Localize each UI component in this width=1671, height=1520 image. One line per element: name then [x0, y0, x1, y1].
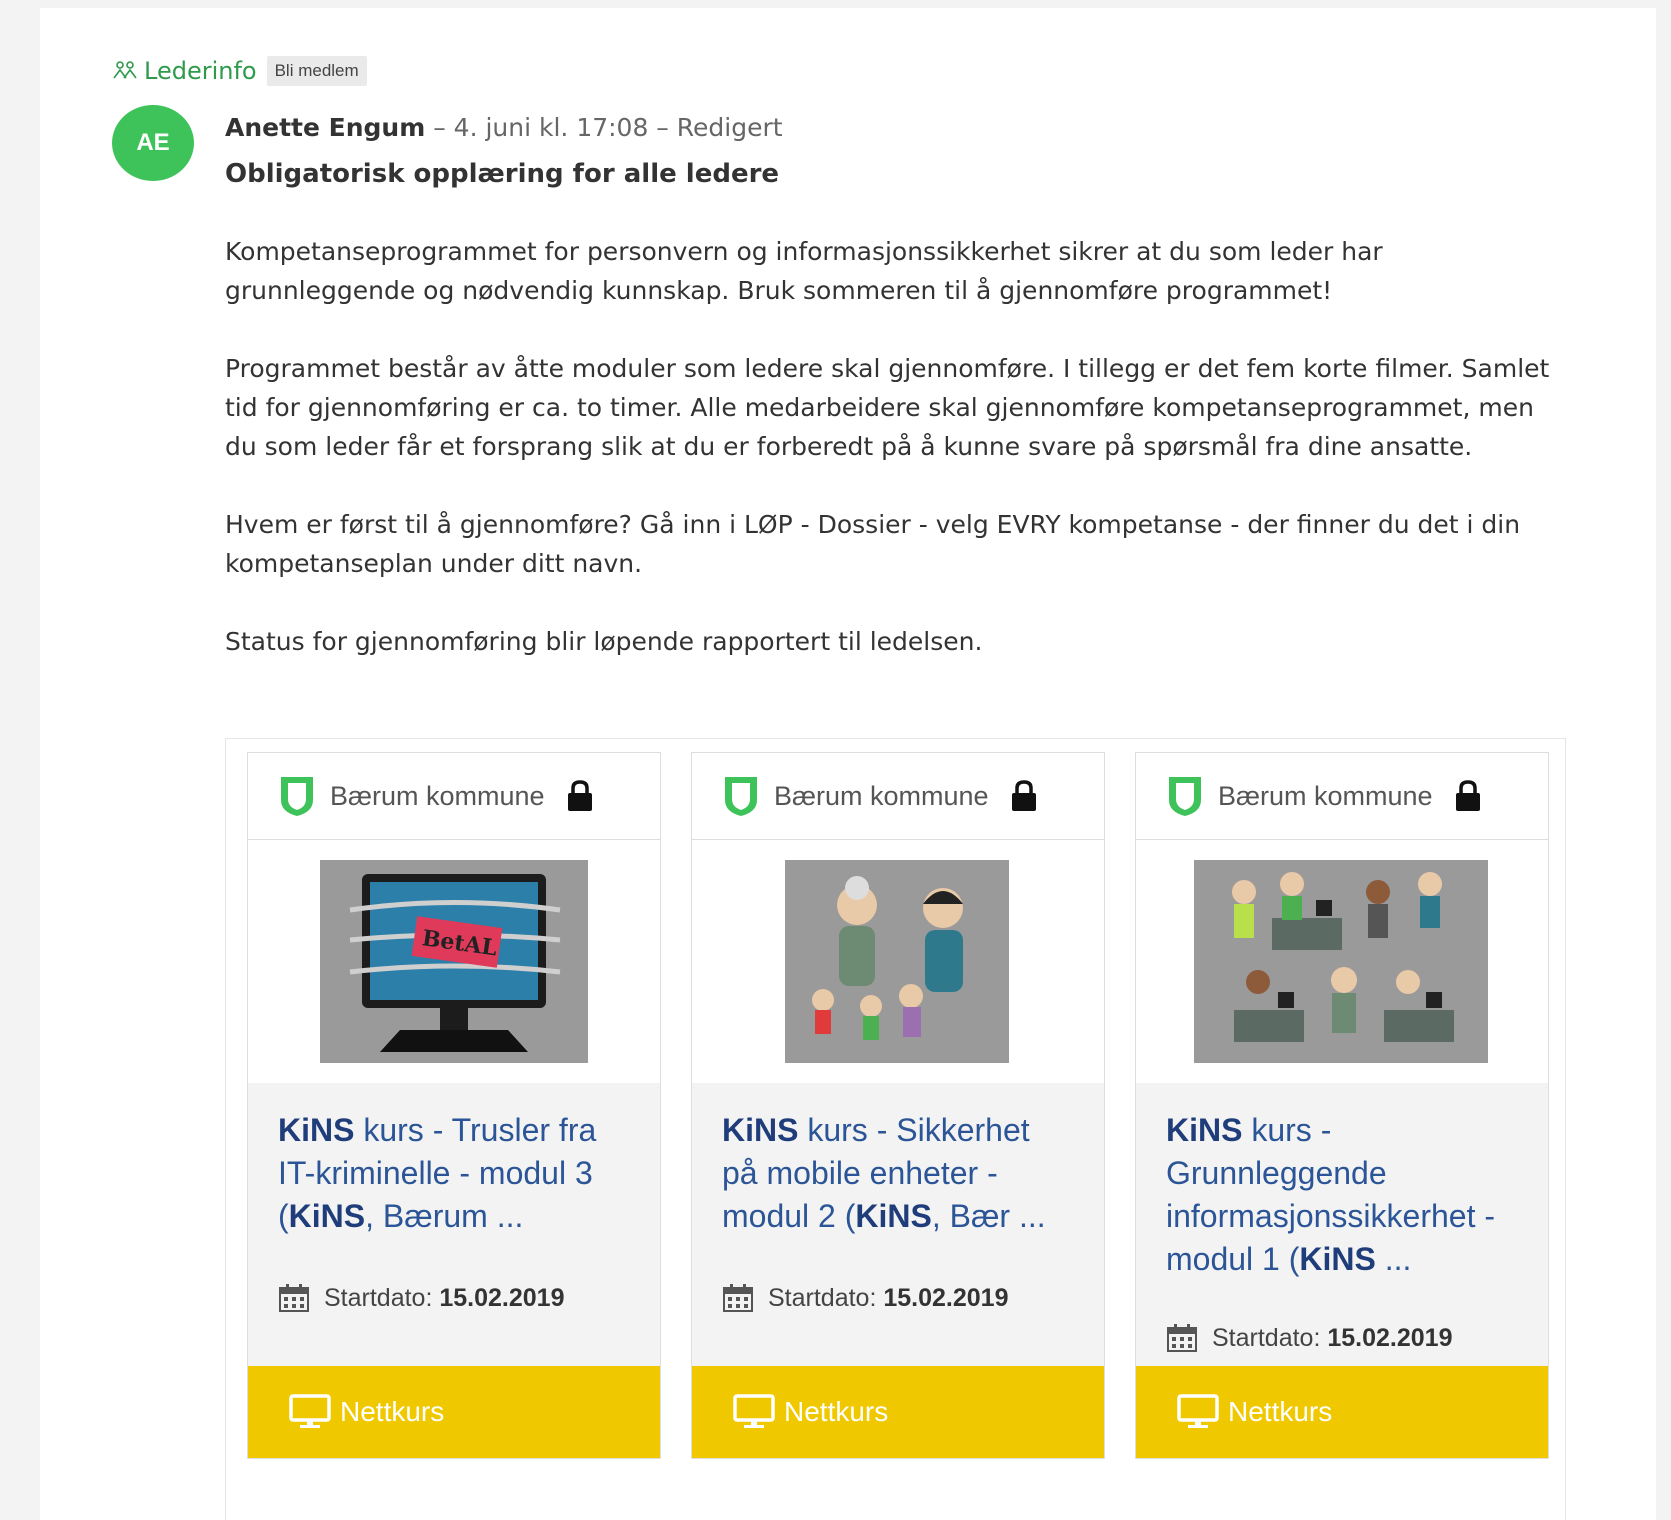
post-timestamp: – 4. juni kl. 17:08 – Redigert: [425, 113, 783, 142]
course-title[interactable]: KiNS kurs - Grunnleggende informasjonssi…: [1136, 1083, 1548, 1283]
lock-icon: [567, 780, 592, 811]
municipality-shield-icon: [725, 777, 757, 816]
date-value: 15.02.2019: [883, 1283, 1009, 1312]
card-image-area: [1136, 840, 1548, 1083]
monitor-icon: [289, 1394, 331, 1428]
card-header: Bærum kommune: [1136, 753, 1548, 840]
author-name[interactable]: Anette Engum: [225, 113, 425, 142]
office-workers-image: [1194, 860, 1488, 1063]
course-type-label: Nettkurs: [340, 1396, 445, 1427]
post-paragraph: Status for gjennomføring blir løpende ra…: [225, 627, 983, 656]
calendar-icon: [1167, 1324, 1197, 1352]
card-header: Bærum kommune: [248, 753, 660, 840]
post-paragraph: Programmet består av åtte moduler som le…: [225, 354, 1550, 461]
monitor-icon: [733, 1394, 775, 1428]
course-type-bar[interactable]: Nettkurs: [248, 1366, 660, 1458]
course-card[interactable]: Bærum kommune KiNS kurs - Grunnleggende …: [1135, 752, 1549, 1459]
monitor-icon: [1177, 1394, 1219, 1428]
municipality-shield-icon: [1169, 777, 1201, 816]
card-image-area: BetAL: [248, 840, 660, 1083]
family-mobile-image: [785, 860, 1009, 1063]
post-meta: Anette Engum – 4. juni kl. 17:08 – Redig…: [225, 110, 1570, 146]
municipality-shield-icon: [281, 777, 313, 816]
course-type-bar[interactable]: Nettkurs: [1136, 1366, 1548, 1458]
course-title[interactable]: KiNS kurs - Sikkerhet på mobile enheter …: [692, 1083, 1104, 1283]
post-title: Obligatorisk opplæring for alle ledere: [225, 159, 780, 189]
card-image-area: [692, 840, 1104, 1083]
post-paragraph: Kompetanseprogrammet for personvern og i…: [225, 237, 1383, 305]
org-name: Bærum kommune: [774, 780, 989, 811]
ransomware-monitor-image: BetAL: [320, 860, 588, 1063]
org-name: Bærum kommune: [1218, 780, 1433, 811]
date-label: Startdato:: [1212, 1323, 1328, 1352]
course-card[interactable]: Bærum kommune BetAL KiNS kurs - Trusler …: [247, 752, 661, 1459]
lock-icon: [1011, 780, 1036, 811]
card-header: Bærum kommune: [692, 753, 1104, 840]
course-cards-container: Bærum kommune BetAL KiNS kurs - Trusler …: [225, 738, 1566, 1520]
date-label: Startdato:: [324, 1283, 440, 1312]
avatar[interactable]: AE: [112, 105, 194, 181]
post-paragraph: Hvem er først til å gjennomføre? Gå inn …: [225, 510, 1521, 578]
date-value: 15.02.2019: [439, 1283, 565, 1312]
group-icon: [113, 61, 137, 79]
post-content: Anette Engum – 4. juni kl. 17:08 – Redig…: [225, 110, 1570, 661]
date-label: Startdato:: [768, 1283, 884, 1312]
start-date-row: Startdato: 15.02.2019: [692, 1283, 1104, 1313]
course-type-label: Nettkurs: [784, 1396, 889, 1427]
course-type-label: Nettkurs: [1228, 1396, 1333, 1427]
group-row: Lederinfo Bli medlem: [112, 55, 367, 87]
join-group-button[interactable]: Bli medlem: [266, 56, 367, 86]
course-type-bar[interactable]: Nettkurs: [692, 1366, 1104, 1458]
start-date-row: Startdato: 15.02.2019: [248, 1283, 660, 1313]
lock-icon: [1455, 780, 1480, 811]
course-title[interactable]: KiNS kurs - Trusler fra IT-kriminelle - …: [248, 1083, 660, 1283]
start-date-row: Startdato: 15.02.2019: [1136, 1323, 1548, 1353]
calendar-icon: [723, 1284, 753, 1312]
group-name: Lederinfo: [144, 57, 257, 85]
group-link[interactable]: Lederinfo: [112, 57, 257, 85]
org-name: Bærum kommune: [330, 780, 545, 811]
calendar-icon: [279, 1284, 309, 1312]
date-value: 15.02.2019: [1327, 1323, 1453, 1352]
course-card[interactable]: Bærum kommune KiNS kurs - Sikkerhet på m…: [691, 752, 1105, 1459]
